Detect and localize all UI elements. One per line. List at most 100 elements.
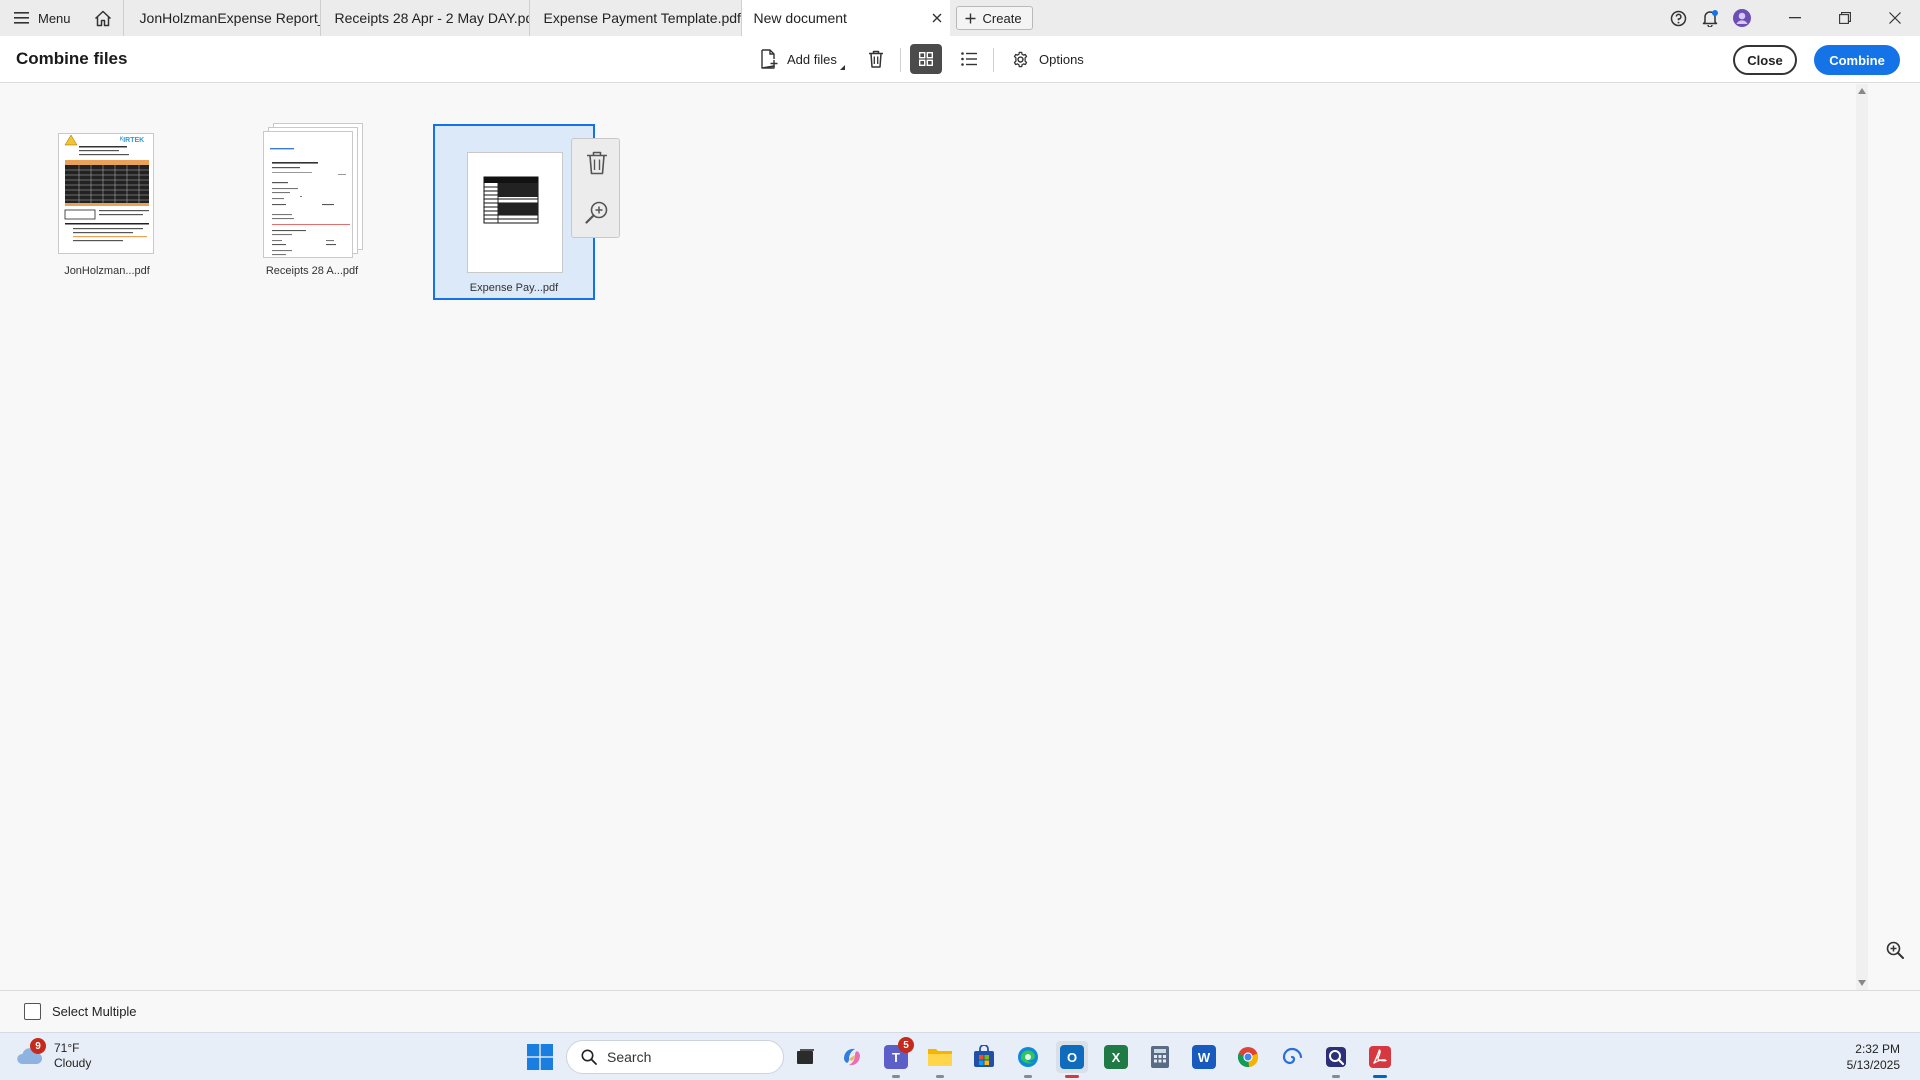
weather-icon-wrap: 9	[16, 1038, 46, 1070]
list-view-button[interactable]	[955, 44, 983, 74]
tab-receipts[interactable]: Receipts 28 Apr - 2 May DAY.pdf	[321, 0, 530, 36]
workspace-footer: Select Multiple	[0, 990, 1920, 1032]
file-name: JonHolzman...pdf	[64, 265, 150, 277]
copilot-app[interactable]	[836, 1041, 868, 1073]
weather-temp: 71°F	[54, 1041, 80, 1055]
system-clock[interactable]: 2:32 PM 5/13/2025	[1847, 1041, 1900, 1073]
store-icon	[974, 1045, 994, 1067]
menu-label: Menu	[38, 10, 71, 26]
word-icon: W	[1192, 1045, 1216, 1069]
chrome-app[interactable]	[1232, 1041, 1264, 1073]
scroll-up-arrow-icon[interactable]	[1858, 88, 1866, 94]
help-icon	[1670, 10, 1686, 26]
running-indicator	[1373, 1075, 1387, 1078]
minimize-button[interactable]	[1770, 0, 1820, 36]
add-file-icon	[761, 49, 778, 69]
gear-icon	[1013, 51, 1028, 67]
tab-label: Expense Payment Template.pdf	[543, 10, 741, 26]
outlook-app[interactable]: O	[1056, 1041, 1088, 1078]
running-indicator	[1065, 1075, 1079, 1078]
options-label: Options	[1039, 51, 1084, 67]
taskbar-search[interactable]: Search	[566, 1040, 784, 1074]
word-app[interactable]: W	[1188, 1041, 1220, 1073]
help-button[interactable]	[1662, 0, 1694, 36]
trash-icon	[869, 50, 883, 68]
hamburger-icon	[14, 12, 29, 24]
pdf-page-preview: ᴷIRTEK	[64, 134, 149, 242]
combine-button[interactable]: Combine	[1814, 45, 1900, 75]
start-button[interactable]	[527, 1044, 553, 1070]
checkbox-box[interactable]	[24, 1003, 41, 1020]
spiral-app[interactable]	[1276, 1041, 1308, 1073]
scroll-down-arrow-icon[interactable]	[1858, 980, 1866, 986]
microsoft-store-app[interactable]	[968, 1041, 1000, 1073]
delete-file-button[interactable]	[584, 150, 610, 176]
preview-file-button[interactable]	[584, 199, 610, 225]
home-button[interactable]	[83, 0, 123, 36]
acrobat-app[interactable]	[1364, 1041, 1396, 1078]
tab-label: New document	[753, 10, 847, 26]
delete-button[interactable]	[864, 44, 888, 74]
teams-app[interactable]: T 5	[880, 1037, 914, 1078]
excel-app[interactable]: X	[1100, 1041, 1132, 1073]
tab-new-document[interactable]: New document	[741, 0, 950, 36]
weather-text: 71°F Cloudy	[54, 1041, 91, 1071]
task-view-button[interactable]	[790, 1041, 822, 1073]
file-hover-tools	[571, 138, 620, 238]
svg-text:ᴷIRTEK: ᴷIRTEK	[120, 137, 144, 144]
menu-button[interactable]: Menu	[0, 0, 83, 36]
options-button[interactable]: Options	[1012, 44, 1084, 74]
zoom-in-icon	[585, 201, 608, 224]
clock-time: 2:32 PM	[1855, 1042, 1900, 1056]
tab-expense-report[interactable]: JonHolzmanExpense Report_IC...	[122, 0, 321, 36]
create-label: Create	[982, 10, 1022, 26]
weather-badge: 9	[30, 1038, 46, 1054]
edge-app[interactable]	[1012, 1041, 1044, 1078]
file-explorer-app[interactable]	[924, 1041, 956, 1078]
spiral-icon	[1282, 1047, 1303, 1065]
close-tab-icon[interactable]	[932, 13, 942, 23]
title-bar: Menu JonHolzmanExpense Report_IC... Rece…	[0, 0, 1920, 36]
teams-badge: 5	[898, 1037, 914, 1053]
grid-icon	[919, 52, 933, 66]
running-indicator	[1024, 1075, 1032, 1078]
running-indicator	[1332, 1075, 1340, 1078]
page-title: Combine files	[16, 49, 128, 68]
tab-expense-payment-template[interactable]: Expense Payment Template.pdf	[530, 0, 742, 36]
create-button[interactable]: Create	[955, 6, 1033, 30]
profile-avatar[interactable]	[1726, 0, 1758, 36]
zoom-in-icon	[1886, 941, 1904, 959]
toolbar-divider	[993, 48, 994, 72]
running-indicator	[892, 1075, 900, 1078]
close-window-button[interactable]	[1870, 0, 1920, 36]
file-thumbnail	[467, 152, 563, 273]
file-card[interactable]: Receipts 28 A...pdf	[231, 123, 393, 299]
notifications-button[interactable]	[1694, 0, 1726, 36]
file-thumbnail: ᴷIRTEK	[58, 133, 154, 254]
dropdown-caret-icon	[839, 65, 845, 70]
calculator-app[interactable]	[1144, 1041, 1176, 1073]
running-indicator	[936, 1075, 944, 1078]
close-button[interactable]: Close	[1733, 45, 1797, 75]
file-thumbnail	[263, 131, 353, 258]
vertical-scrollbar[interactable]	[1856, 84, 1868, 990]
plus-icon	[965, 13, 976, 24]
file-card[interactable]: ᴷIRTEK JonHolzman...pdf	[26, 123, 188, 299]
restore-button[interactable]	[1820, 0, 1870, 36]
pdf-page-preview	[483, 176, 539, 224]
windows-logo-icon	[527, 1044, 553, 1070]
pdf-page-preview	[270, 148, 350, 256]
outlook-icon: O	[1060, 1045, 1084, 1069]
trash-icon	[587, 151, 607, 175]
home-icon	[94, 10, 111, 26]
clock-date: 5/13/2025	[1846, 1058, 1900, 1072]
snipping-tool-app[interactable]	[1320, 1041, 1352, 1078]
toolbar-divider	[900, 48, 901, 72]
file-name: Receipts 28 A...pdf	[265, 265, 359, 277]
thumbnail-view-button[interactable]	[910, 44, 942, 74]
add-files-button[interactable]: Add files	[760, 44, 845, 74]
select-multiple-checkbox[interactable]: Select Multiple	[24, 1003, 137, 1020]
title-bar-right	[1662, 0, 1920, 36]
weather-widget[interactable]: 9 71°F Cloudy	[16, 1038, 91, 1071]
zoom-in-button[interactable]	[1880, 935, 1910, 965]
